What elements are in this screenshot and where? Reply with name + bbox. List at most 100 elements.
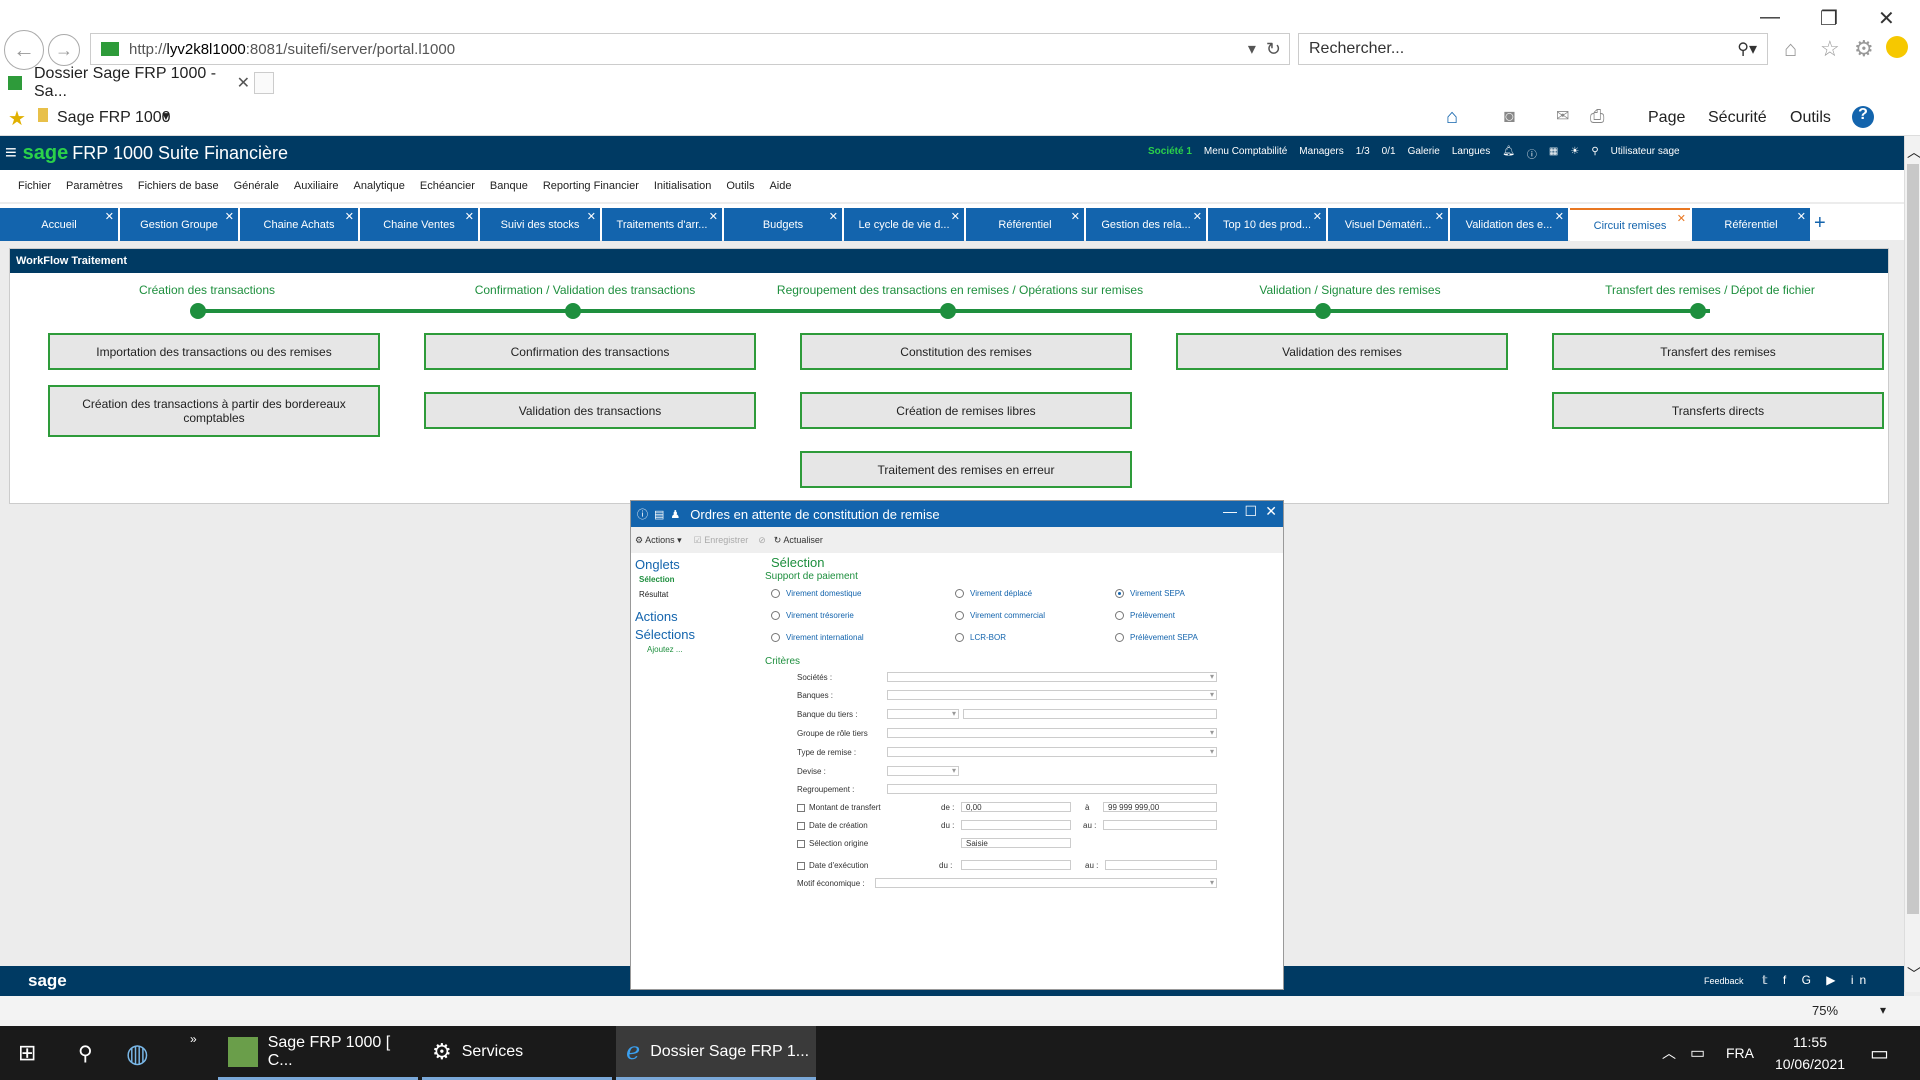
clock-time[interactable]: 11:55 [1770, 1034, 1850, 1050]
enregistrer-button[interactable]: ☑ Enregistrer [694, 535, 749, 546]
societes-select[interactable] [887, 672, 1217, 682]
minimize-icon[interactable]: — [1223, 503, 1237, 519]
radio-virement-commercial[interactable]: Virement commercial [955, 611, 1045, 621]
security-menu[interactable]: Sécurité [1708, 109, 1767, 127]
close-icon[interactable]: ✕ [1878, 6, 1895, 31]
date-exec-du-input[interactable] [961, 860, 1071, 870]
message-count[interactable]: 0/1 [1382, 146, 1396, 161]
motif-select[interactable] [875, 878, 1217, 888]
smiley-icon[interactable] [1886, 36, 1908, 58]
close-icon[interactable]: ✕ [1677, 212, 1686, 225]
mail-icon[interactable]: ✉ [1556, 106, 1569, 126]
menu-comptabilite[interactable]: Menu Comptabilité [1204, 146, 1287, 161]
taskbar-app-ie[interactable]: ℯ Dossier Sage FRP 1... [616, 1026, 816, 1080]
tab-visuel[interactable]: Visuel Dématéri... ✕ [1328, 208, 1448, 241]
new-tab-button[interactable] [254, 72, 274, 94]
hamburger-icon[interactable]: ≡ [5, 142, 17, 165]
windows-start-icon[interactable]: ⊞ [18, 1026, 36, 1080]
close-icon[interactable]: ✕ [1797, 210, 1806, 223]
menu-item[interactable]: Echéancier [420, 180, 475, 192]
favorites-star-icon[interactable]: ★ [8, 106, 26, 131]
language-indicator[interactable]: FRA [1726, 1026, 1754, 1080]
menu-item[interactable]: Fichier [18, 180, 51, 192]
selection-origine-input[interactable]: Saisie [961, 838, 1071, 848]
help-circle-icon[interactable]: ⓘ [1527, 146, 1537, 161]
devise-select[interactable] [887, 766, 959, 776]
search-icon[interactable]: ⚲ [78, 1026, 93, 1080]
home-cmd-icon[interactable]: ⌂ [1446, 106, 1458, 129]
star-icon[interactable]: ☆ [1820, 36, 1840, 62]
radio-virement-tresorerie[interactable]: Virement trésorerie [771, 611, 854, 621]
actions-button[interactable]: ⚙ Actions ▾ [635, 535, 682, 546]
menu-item[interactable]: Banque [490, 180, 528, 192]
taskbar-app-services[interactable]: ⚙ Services [422, 1026, 612, 1080]
banques-select[interactable] [887, 690, 1217, 700]
banque-tiers-select[interactable] [887, 709, 959, 719]
refresh-icon[interactable]: ↻ [1266, 39, 1281, 60]
langues-menu[interactable]: Langues [1452, 146, 1490, 161]
ajoutez-link[interactable]: Ajoutez ... [647, 645, 683, 654]
date-creation-au-input[interactable] [1103, 820, 1217, 830]
tab-budgets[interactable]: Budgets ✕ [724, 208, 842, 241]
home-icon[interactable]: ⌂ [1784, 36, 1797, 62]
constitution-remises-button[interactable]: Constitution des remises [800, 333, 1132, 370]
remises-libres-button[interactable]: Création de remises libres [800, 392, 1132, 429]
page-scrollbar[interactable]: ︿ ﹀ [1904, 136, 1920, 992]
radio-lcr-bor[interactable]: LCR-BOR [955, 633, 1006, 643]
tab-gestion-rela[interactable]: Gestion des rela... ✕ [1086, 208, 1206, 241]
selection-tab[interactable]: Sélection [639, 575, 675, 584]
menu-item[interactable]: Aide [769, 180, 791, 192]
menu-item[interactable]: Paramètres [66, 180, 123, 192]
close-icon[interactable]: ✕ [951, 210, 960, 223]
montant-de-input[interactable]: 0,00 [961, 802, 1071, 812]
galerie-menu[interactable]: Galerie [1408, 146, 1440, 161]
zoom-level[interactable]: 75% [1812, 1003, 1838, 1018]
feedback-link[interactable]: Feedback [1704, 976, 1744, 986]
zoom-dropdown-icon[interactable]: ▾ [1880, 1003, 1886, 1017]
radio-virement-domestique[interactable]: Virement domestique [771, 589, 861, 599]
print-icon[interactable]: ⎙ [1590, 106, 1604, 127]
close-icon[interactable]: ✕ [709, 210, 718, 223]
scroll-up-icon[interactable]: ︿ [1907, 142, 1920, 162]
close-icon[interactable]: ✕ [465, 210, 474, 223]
address-bar[interactable]: http://lyv2k8l1000:8081/suitefi/server/p… [90, 33, 1290, 65]
gear-icon[interactable]: ⚙ [1854, 36, 1874, 62]
type-remise-select[interactable] [887, 747, 1217, 757]
validation-remises-button[interactable]: Validation des remises [1176, 333, 1508, 370]
radio-virement-deplace[interactable]: Virement déplacé [955, 589, 1032, 599]
dropdown-icon[interactable]: ▾ [1248, 39, 1256, 59]
restore-icon[interactable]: ❐ [1820, 6, 1838, 31]
tab-gestion-groupe[interactable]: Gestion Groupe ✕ [120, 208, 238, 241]
menu-item[interactable]: Outils [726, 180, 754, 192]
actualiser-button[interactable]: ↻ Actualiser [774, 535, 823, 546]
menu-item[interactable]: Analytique [354, 180, 405, 192]
regroupement-input[interactable] [887, 784, 1217, 794]
close-icon[interactable]: ✕ [829, 210, 838, 223]
rss-icon[interactable]: ◙ [1504, 106, 1515, 127]
chevron-down-icon[interactable]: ▼ [160, 109, 172, 123]
scroll-thumb[interactable] [1907, 164, 1919, 914]
tab-top10[interactable]: Top 10 des prod... ✕ [1208, 208, 1326, 241]
selection-origine-checkbox[interactable]: Sélection origine [797, 839, 868, 848]
calendar-icon[interactable]: ▦ [1549, 146, 1558, 161]
search-input[interactable]: Rechercher... ⚲▾ [1298, 33, 1768, 65]
confirmation-button[interactable]: Confirmation des transactions [424, 333, 756, 370]
managers-menu[interactable]: Managers [1299, 146, 1343, 161]
close-icon[interactable]: ✕ [1435, 210, 1444, 223]
favorite-sage-link[interactable]: Sage FRP 1000 [57, 109, 171, 127]
remises-erreur-button[interactable]: Traitement des remises en erreur [800, 451, 1132, 488]
menu-item[interactable]: Fichiers de base [138, 180, 219, 192]
radio-prelevement-sepa[interactable]: Prélèvement SEPA [1115, 633, 1198, 643]
tab-chaine-achats[interactable]: Chaine Achats ✕ [240, 208, 358, 241]
creation-bordereaux-button[interactable]: Création des transactions à partir des b… [48, 385, 380, 437]
close-icon[interactable]: ✕ [1265, 503, 1277, 520]
user-count[interactable]: 1/3 [1356, 146, 1370, 161]
url-text[interactable]: http://lyv2k8l1000:8081/suitefi/server/p… [129, 41, 1248, 58]
back-button[interactable]: ← [4, 30, 44, 70]
societe-selector[interactable]: Société 1 [1148, 146, 1192, 161]
transfert-remises-button[interactable]: Transfert des remises [1552, 333, 1884, 370]
tab-close-icon[interactable]: ✕ [237, 73, 250, 93]
radio-prelevement[interactable]: Prélèvement [1115, 611, 1175, 621]
close-icon[interactable]: ✕ [225, 210, 234, 223]
help-icon[interactable]: ⓘ [637, 506, 648, 522]
